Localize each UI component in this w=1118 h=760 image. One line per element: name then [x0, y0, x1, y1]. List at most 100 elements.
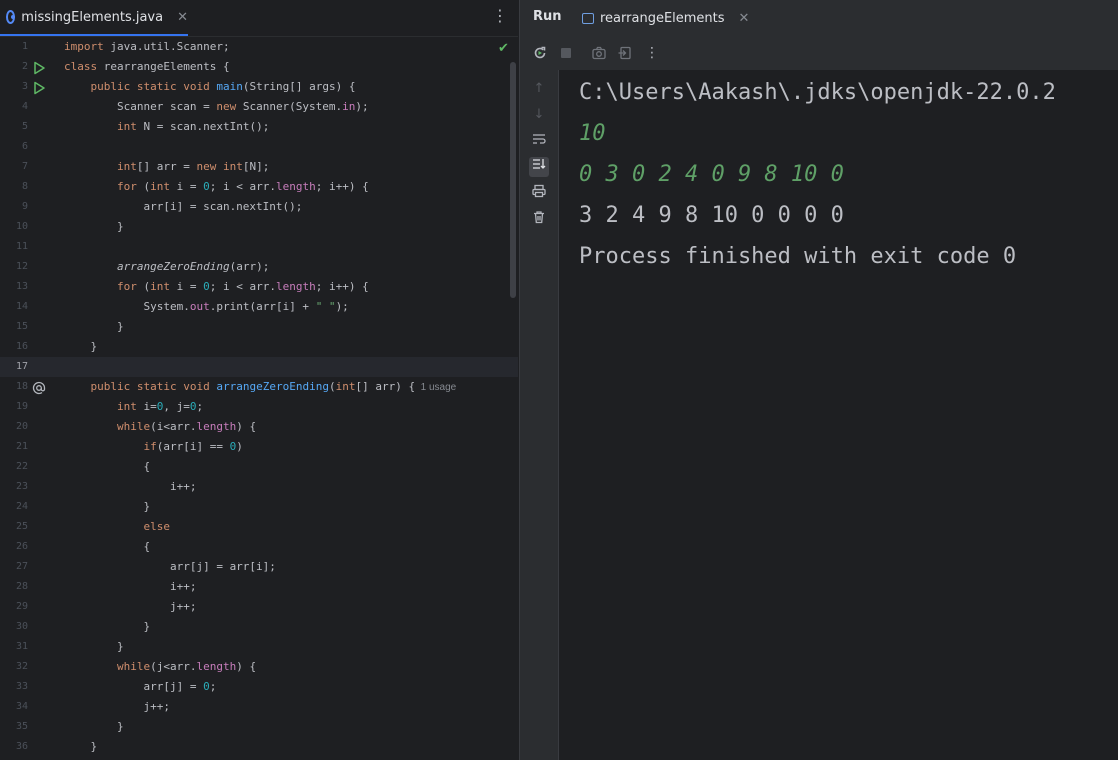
implementation-gutter-icon[interactable] — [32, 380, 46, 395]
code-line[interactable]: 27 arr[j] = arr[i]; — [0, 557, 518, 577]
code-line[interactable]: 13 for (int i = 0; i < arr.length; i++) … — [0, 277, 518, 297]
code-line[interactable]: 20 while(i<arr.length) { — [0, 417, 518, 437]
line-number[interactable]: 33 — [0, 677, 28, 697]
line-number[interactable]: 31 — [0, 637, 28, 657]
rerun-icon[interactable] — [532, 45, 548, 61]
soft-wrap-icon[interactable] — [530, 132, 548, 150]
run-gutter-icon[interactable] — [32, 80, 46, 95]
code-line[interactable]: 28 i++; — [0, 577, 518, 597]
line-number[interactable]: 8 — [0, 177, 28, 197]
code-text[interactable]: } — [64, 337, 97, 357]
code-line[interactable]: 14 System.out.print(arr[i] + " "); — [0, 297, 518, 317]
code-text[interactable]: for (int i = 0; i < arr.length; i++) { — [64, 277, 369, 297]
code-line[interactable]: 1 import java.util.Scanner; — [0, 37, 518, 57]
code-line[interactable]: 23 i++; — [0, 477, 518, 497]
code-text[interactable]: } — [64, 497, 150, 517]
code-line[interactable]: 18 public static void arrangeZeroEnding(… — [0, 377, 518, 397]
line-number[interactable]: 5 — [0, 117, 28, 137]
code-line[interactable]: 33 arr[j] = 0; — [0, 677, 518, 697]
code-line[interactable]: 29 j++; — [0, 597, 518, 617]
code-text[interactable]: else — [64, 517, 170, 537]
code-text[interactable]: { — [64, 537, 150, 557]
code-text[interactable]: class rearrangeElements { — [64, 57, 230, 77]
code-text[interactable]: int i=0, j=0; — [64, 397, 203, 417]
code-text[interactable]: i++; — [64, 577, 197, 597]
code-line[interactable]: 31 } — [0, 637, 518, 657]
code-text[interactable]: while(j<arr.length) { — [64, 657, 256, 677]
line-number[interactable]: 20 — [0, 417, 28, 437]
code-text[interactable]: j++; — [64, 697, 170, 717]
arrow-down-icon[interactable]: ↓ — [530, 106, 548, 124]
line-number[interactable]: 24 — [0, 497, 28, 517]
code-editor[interactable]: missingElements.java ✕ ⋮ ✔ 1 import java.… — [0, 0, 518, 760]
code-text[interactable]: } — [64, 217, 124, 237]
code-line[interactable]: 8 for (int i = 0; i < arr.length; i++) { — [0, 177, 518, 197]
more-icon[interactable]: ⋮ — [644, 45, 660, 61]
code-text[interactable]: int[] arr = new int[N]; — [64, 157, 269, 177]
code-line[interactable]: 7 int[] arr = new int[N]; — [0, 157, 518, 177]
close-icon[interactable]: ✕ — [177, 10, 188, 25]
code-text[interactable]: System.out.print(arr[i] + " "); — [64, 297, 348, 317]
code-line[interactable]: 34 j++; — [0, 697, 518, 717]
code-line[interactable]: 12 arrangeZeroEnding(arr); — [0, 257, 518, 277]
code-line[interactable]: 17 — [0, 357, 518, 377]
code-line[interactable]: 21 if(arr[i] == 0) — [0, 437, 518, 457]
line-number[interactable]: 21 — [0, 437, 28, 457]
line-number[interactable]: 30 — [0, 617, 28, 637]
line-number[interactable]: 26 — [0, 537, 28, 557]
line-number[interactable]: 19 — [0, 397, 28, 417]
arrow-up-icon[interactable]: ↑ — [530, 80, 548, 98]
line-number[interactable]: 34 — [0, 697, 28, 717]
console-output[interactable]: C:\Users\Aakash\.jdks\openjdk-22.0.2 10 0 … — [579, 78, 1056, 283]
code-line[interactable]: 36 } — [0, 737, 518, 757]
code-line[interactable]: 11 — [0, 237, 518, 257]
code-text[interactable]: } — [64, 617, 150, 637]
exit-icon[interactable] — [617, 45, 633, 61]
code-line[interactable]: 22 { — [0, 457, 518, 477]
code-text[interactable]: public static void main(String[] args) { — [64, 77, 356, 97]
line-number[interactable]: 9 — [0, 197, 28, 217]
code-line[interactable]: 26 { — [0, 537, 518, 557]
line-number[interactable]: 1 — [0, 37, 28, 57]
stop-icon[interactable] — [558, 45, 574, 61]
code-text[interactable]: for (int i = 0; i < arr.length; i++) { — [64, 177, 369, 197]
code-line[interactable]: 5 int N = scan.nextInt(); — [0, 117, 518, 137]
line-number[interactable]: 13 — [0, 277, 28, 297]
line-number[interactable]: 12 — [0, 257, 28, 277]
code-line[interactable]: 2 class rearrangeElements { — [0, 57, 518, 77]
line-number[interactable]: 7 — [0, 157, 28, 177]
run-gutter-icon[interactable] — [32, 60, 46, 75]
code-text[interactable]: arr[j] = 0; — [64, 677, 216, 697]
code-line[interactable]: 4 Scanner scan = new Scanner(System.in); — [0, 97, 518, 117]
line-number[interactable]: 28 — [0, 577, 28, 597]
code-text[interactable]: if(arr[i] == 0) — [64, 437, 242, 457]
line-number[interactable]: 15 — [0, 317, 28, 337]
line-number[interactable]: 35 — [0, 717, 28, 737]
code-line[interactable]: 32 while(j<arr.length) { — [0, 657, 518, 677]
line-number[interactable]: 2 — [0, 57, 28, 77]
usage-hint[interactable]: 1 usage — [415, 382, 457, 393]
line-number[interactable]: 36 — [0, 737, 28, 757]
code-line[interactable]: 30 } — [0, 617, 518, 637]
code-text[interactable]: i++; — [64, 477, 197, 497]
line-number[interactable]: 23 — [0, 477, 28, 497]
line-number[interactable]: 10 — [0, 217, 28, 237]
code-text[interactable]: { — [64, 457, 150, 477]
print-icon[interactable] — [530, 184, 548, 202]
line-number[interactable]: 4 — [0, 97, 28, 117]
camera-icon[interactable] — [591, 45, 607, 61]
code-text[interactable]: while(i<arr.length) { — [64, 417, 256, 437]
code-line[interactable]: 35 } — [0, 717, 518, 737]
code-text[interactable]: import java.util.Scanner; — [64, 37, 230, 57]
code-text[interactable]: arr[i] = scan.nextInt(); — [64, 197, 302, 217]
line-number[interactable]: 6 — [0, 137, 28, 157]
code-line[interactable]: 19 int i=0, j=0; — [0, 397, 518, 417]
line-number[interactable]: 29 — [0, 597, 28, 617]
code-line[interactable]: 6 — [0, 137, 518, 157]
code-line[interactable]: 9 arr[i] = scan.nextInt(); — [0, 197, 518, 217]
code-text[interactable]: arr[j] = arr[i]; — [64, 557, 276, 577]
code-line[interactable]: 15 } — [0, 317, 518, 337]
more-options-icon[interactable]: ⋮ — [492, 8, 508, 24]
scroll-to-end-icon[interactable] — [529, 157, 549, 177]
tab-missing-elements[interactable]: missingElements.java ✕ — [0, 0, 188, 36]
